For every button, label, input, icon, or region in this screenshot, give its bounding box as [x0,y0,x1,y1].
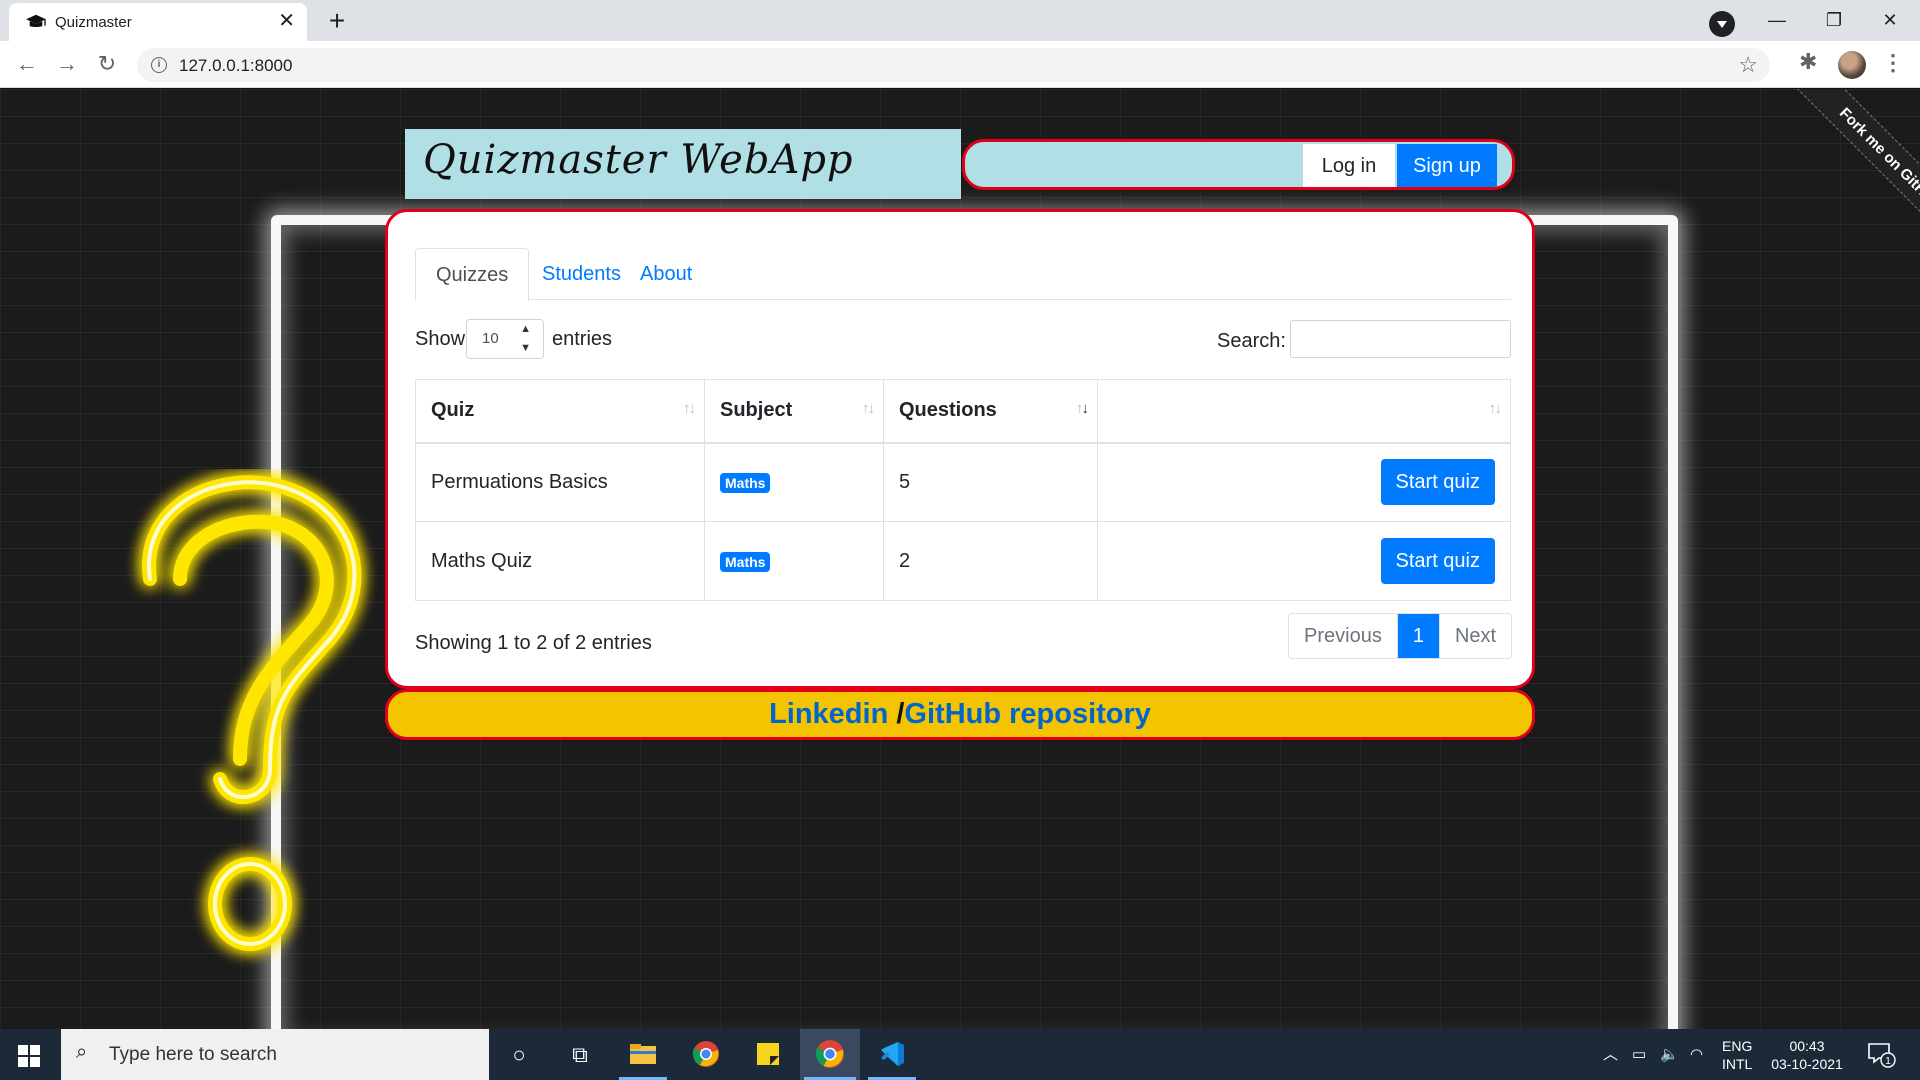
linkedin-link[interactable]: Linkedin [769,698,888,730]
pagination-page-1[interactable]: 1 [1396,614,1439,658]
subject-badge: Maths [720,551,771,572]
pagination-next[interactable]: Next [1438,614,1511,658]
table-row: Maths Quiz Maths 2 Start quiz [415,521,1511,601]
subject-badge: Maths [720,472,771,493]
login-button[interactable]: Log in [1303,144,1395,187]
search-label: Search: [1217,330,1286,352]
show-label: Show [415,328,466,350]
sort-icon: ↑↓ [1489,400,1502,417]
minimize-icon[interactable]: — [1757,6,1797,34]
pagination-previous[interactable]: Previous [1289,614,1397,658]
entries-length-value: 10 [482,330,499,347]
search-input[interactable] [1290,320,1511,358]
quiz-name-cell: Permuations Basics [415,442,705,522]
brand-logo[interactable]: Quizmaster WebApp [405,129,961,199]
subject-cell: Maths [704,521,884,601]
taskbar-search-placeholder: Type here to search [109,1044,277,1065]
column-header-label: Subject [720,399,793,422]
neon-question-mark-icon [142,475,362,951]
bookmark-star-icon[interactable]: ☆ [1738,52,1758,78]
quizzes-table: Quiz ↑↓ Subject ↑↓ Questions ↑↓ ↑↓ Permu… [415,379,1511,601]
battery-icon[interactable]: ▭ [1632,1029,1646,1080]
clock-time: 00:43 [1789,1038,1825,1054]
questions-cell: 2 [883,521,1098,601]
wifi-icon[interactable]: ◠ [1690,1029,1703,1080]
site-info-icon[interactable]: i [151,57,167,73]
table-header-row: Quiz ↑↓ Subject ↑↓ Questions ↑↓ ↑↓ [415,379,1511,444]
subject-cell: Maths [704,442,884,522]
brand-title: Quizmaster WebApp [423,137,854,183]
avatar[interactable] [1838,51,1866,79]
back-icon[interactable]: ← [12,49,42,79]
windows-taskbar: ⌕ Type here to search ○ ⧉ ︿ ▭ 🔈 ◠ ENG IN… [0,1029,1920,1080]
nav-tabs: Quizzes Students About [415,248,1511,301]
footer-links-bar: Linkedin /GitHub repository [385,689,1535,740]
action-cell: Start quiz [1097,442,1511,522]
windows-start-icon[interactable] [18,1045,40,1067]
url-text[interactable]: 127.0.0.1:8000 [179,56,292,76]
chrome-icon[interactable] [678,1029,734,1080]
input-language-indicator[interactable]: ENG INTL [1722,1037,1752,1073]
browser-toolbar: ← → ↻ i 127.0.0.1:8000 ☆ ✱ ⋮ [0,41,1920,88]
table-row: Permuations Basics Maths 5 Start quiz [415,442,1511,522]
sort-desc-icon: ↑↓ [1076,400,1089,417]
close-window-icon[interactable]: ✕ [1870,6,1910,34]
pagination: Previous 1 Next [1288,613,1513,659]
quiz-name-cell: Maths Quiz [415,521,705,601]
tab-search-icon[interactable] [1709,11,1735,37]
extensions-icon[interactable]: ✱ [1799,49,1817,75]
start-quiz-button[interactable]: Start quiz [1380,459,1495,506]
taskbar-search-box[interactable]: ⌕ Type here to search [61,1029,489,1080]
table-info-text: Showing 1 to 2 of 2 entries [415,632,652,654]
forward-icon[interactable]: → [52,49,82,79]
signup-button[interactable]: Sign up [1397,144,1497,187]
reload-icon[interactable]: ↻ [92,49,122,79]
entries-label: entries [552,328,613,350]
sticky-notes-icon[interactable] [740,1029,796,1080]
auth-navbar: Log in Sign up [962,139,1515,190]
chrome-active-window-icon[interactable] [800,1029,860,1080]
tray-chevron-icon[interactable]: ︿ [1603,1029,1618,1080]
lang-layout: INTL [1722,1056,1753,1072]
file-explorer-icon[interactable] [615,1029,671,1080]
sort-icon: ↑↓ [683,400,696,417]
start-quiz-button[interactable]: Start quiz [1380,538,1495,584]
close-tab-icon[interactable]: ✕ [278,10,295,32]
entries-length-select[interactable]: 10 ▲ ▼ [466,319,544,359]
page-viewport: Fork me on GitHub Quizmaster WebApp Log … [0,89,1920,1029]
select-arrows-icon: ▲ ▼ [520,323,531,354]
column-header-subject[interactable]: Subject ↑↓ [704,379,884,444]
system-clock[interactable]: 00:43 03-10-2021 [1767,1037,1847,1073]
fork-me-ribbon[interactable]: Fork me on GitHub [1793,89,1920,255]
search-icon: ⌕ [76,1041,88,1063]
browser-tab[interactable]: Quizmaster ✕ [9,3,307,41]
notification-center-icon[interactable]: 1 [1866,1041,1896,1069]
address-bar[interactable]: i 127.0.0.1:8000 ☆ [137,48,1770,82]
sort-icon: ↑↓ [862,400,875,417]
tab-about[interactable]: About [620,248,712,300]
column-header-label: Quiz [431,399,475,422]
clock-date: 03-10-2021 [1771,1056,1843,1072]
action-cell: Start quiz [1097,521,1511,601]
volume-icon[interactable]: 🔈 [1660,1029,1679,1080]
task-view-icon[interactable]: ⧉ [552,1029,608,1080]
tab-quizzes[interactable]: Quizzes [415,248,530,301]
kebab-menu-icon[interactable]: ⋮ [1882,50,1904,76]
restore-icon[interactable]: ❐ [1814,6,1854,34]
lang-code: ENG [1722,1038,1753,1054]
tab-title: Quizmaster [55,14,132,31]
cortana-icon[interactable]: ○ [491,1029,547,1080]
graduation-cap-icon [26,14,46,27]
main-card: Quizzes Students About Show 10 ▲ ▼ entrie… [385,209,1535,689]
github-repo-link[interactable]: GitHub repository [904,698,1151,730]
browser-tab-bar: Quizmaster ✕ + — ❐ ✕ [0,0,1920,41]
column-header-quiz[interactable]: Quiz ↑↓ [415,379,705,444]
questions-cell: 5 [883,442,1098,522]
column-header-questions[interactable]: Questions ↑↓ [883,379,1098,444]
vscode-icon[interactable] [864,1029,920,1080]
column-header-label: Questions [899,399,997,422]
column-header-action[interactable]: ↑↓ [1097,379,1511,444]
notification-count: 1 [1885,1056,1891,1067]
new-tab-button[interactable]: + [320,6,354,38]
